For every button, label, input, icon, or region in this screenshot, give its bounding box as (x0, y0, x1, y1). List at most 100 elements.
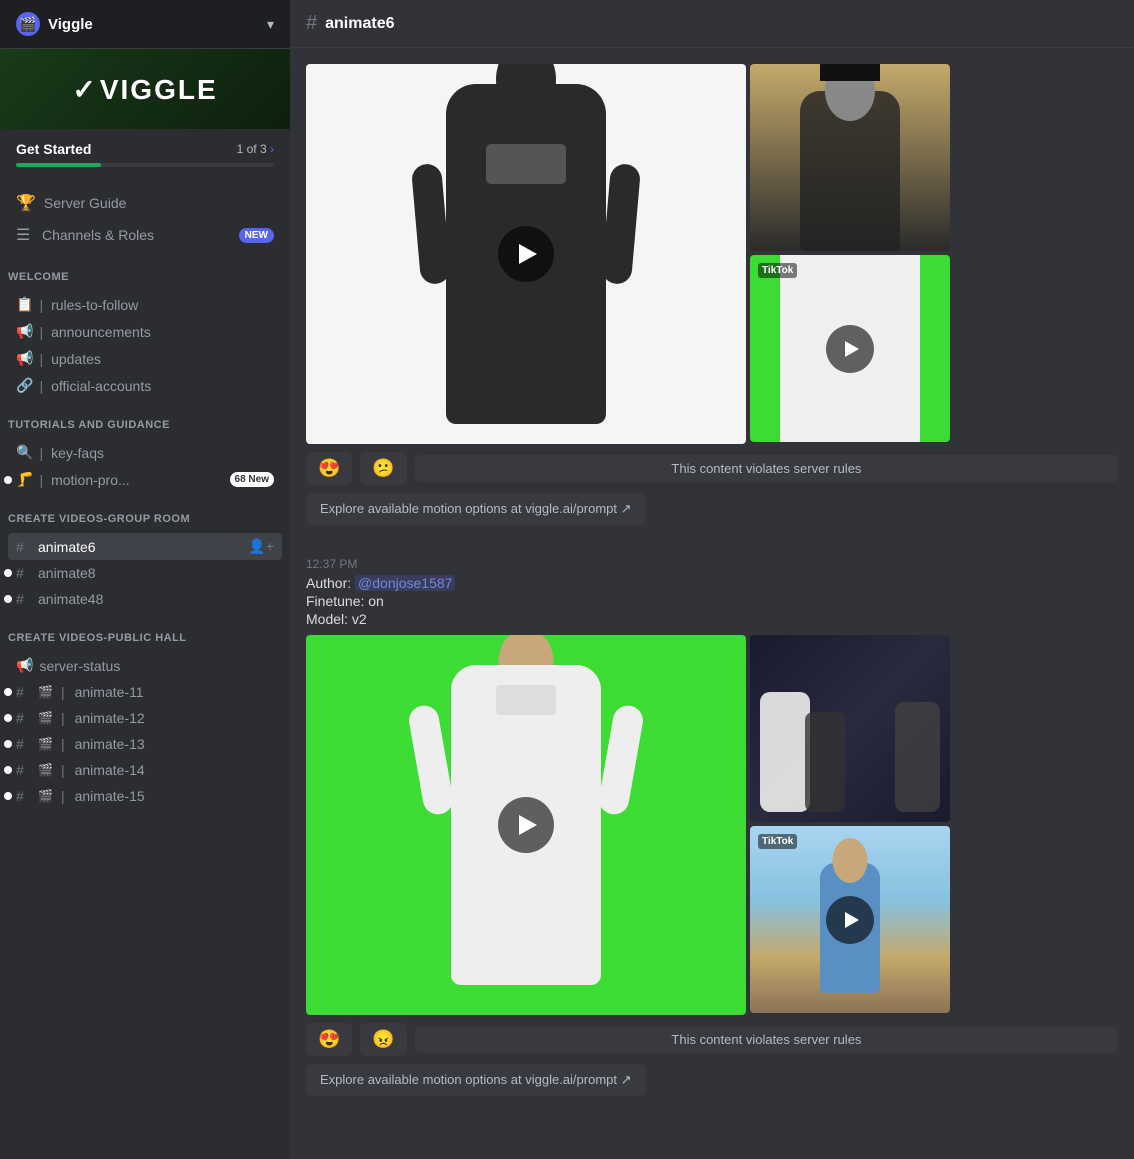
progress-bar-fill (16, 163, 101, 167)
message-time-2: 12:37 PM (306, 557, 1118, 571)
channel-name-animate48: animate48 (38, 591, 274, 607)
channel-name-animate-14: animate-14 (75, 762, 274, 778)
channel-item-animate-14[interactable]: # 🎬 | animate-14 (8, 757, 282, 783)
play-button-thumb-2-2[interactable] (826, 896, 874, 944)
play-button-thumb-2[interactable] (826, 325, 874, 373)
unread-dot-a14 (4, 766, 12, 774)
channel-name-official-accounts: official-accounts (51, 378, 274, 394)
thumb-2-1[interactable] (750, 635, 950, 822)
channel-name-server-status: server-status (39, 658, 274, 674)
emoji-btn-love-1[interactable]: 😍 (306, 452, 352, 485)
report-btn-1[interactable]: This content violates server rules (415, 455, 1118, 482)
animate11-sub-icon: 🎬 (38, 685, 53, 699)
action-row-1: 😍 😕 This content violates server rules (306, 452, 1118, 485)
channel-item-motion-pro[interactable]: 🦵 | motion-pro... 68 New (8, 466, 282, 493)
group-channels: # animate6 👤+ # animate8 # animate48 (0, 529, 290, 616)
channel-name-animate-13: animate-13 (75, 736, 274, 752)
main-video-2[interactable] (306, 635, 746, 1015)
main-video-1[interactable] (306, 64, 746, 444)
get-started-title: Get Started (16, 141, 91, 157)
get-started-header: Get Started 1 of 3 › (16, 141, 274, 157)
animate15-sub-icon: 🎬 (38, 789, 53, 803)
thumb-1-1[interactable] (750, 64, 950, 251)
channel-item-animate-12[interactable]: # 🎬 | animate-12 (8, 705, 282, 731)
message-finetune: Finetune: on (306, 593, 1118, 609)
server-icon: 🎬 (16, 12, 40, 36)
action-row-2: 😍 😠 This content violates server rules (306, 1023, 1118, 1056)
channel-name-motion-pro: motion-pro... (51, 472, 223, 488)
get-started-count: 1 of 3 › (237, 142, 274, 156)
add-user-icon[interactable]: 👤+ (248, 538, 274, 555)
author-mention-2[interactable]: @donjose1587 (355, 575, 455, 591)
key-faqs-icon: 🔍 (16, 444, 33, 461)
unread-dot-a13 (4, 740, 12, 748)
animate8-hash-icon: # (16, 565, 32, 581)
channel-name-animate-15: animate-15 (75, 788, 274, 804)
server-header[interactable]: 🎬 Viggle ▾ (0, 0, 290, 49)
play-triangle-sm-icon-2 (845, 912, 859, 928)
tan-thumb-img (750, 64, 950, 251)
emoji-btn-angry-2[interactable]: 😠 (360, 1023, 406, 1056)
welcome-channels: 📋 | rules-to-follow 📢 | announcements 📢 … (0, 287, 290, 403)
message-meta-2: 12:37 PM Author: @donjose1587 Finetune: … (306, 557, 1118, 627)
animate14-sub-icon: 🎬 (38, 763, 53, 777)
section-header-create-group: CREATE VIDEOS-GROUP ROOM (0, 497, 290, 529)
channel-item-official-accounts[interactable]: 🔗 | official-accounts (8, 372, 282, 399)
animate13-hash-icon: # (16, 736, 32, 752)
messages-area[interactable]: TikTok 😍 😕 This content violates server … (290, 48, 1134, 1159)
channel-item-key-faqs[interactable]: 🔍 | key-faqs (8, 439, 282, 466)
progress-bar-bg (16, 163, 274, 167)
media-grid-2: TikTok (306, 635, 1118, 1015)
channel-header-name: animate6 (325, 15, 394, 33)
channels-roles-label: Channels & Roles (42, 227, 154, 243)
sidebar-item-server-guide[interactable]: 🏆 Server Guide (8, 187, 282, 219)
emoji-btn-confused-1[interactable]: 😕 (360, 452, 406, 485)
channel-item-animate-11[interactable]: # 🎬 | animate-11 (8, 679, 282, 705)
channel-name-rules: rules-to-follow (51, 297, 274, 313)
play-button-2[interactable] (498, 797, 554, 853)
play-triangle-icon (519, 244, 537, 264)
sidebar-item-channels-roles[interactable]: ☰ Channels & Roles NEW (8, 219, 282, 251)
channel-item-rules[interactable]: 📋 | rules-to-follow (8, 291, 282, 318)
channel-item-animate48[interactable]: # animate48 (8, 586, 282, 612)
updates-icon: 📢 (16, 350, 33, 367)
report-btn-2[interactable]: This content violates server rules (415, 1026, 1118, 1053)
channel-item-animate-15[interactable]: # 🎬 | animate-15 (8, 783, 282, 809)
channel-item-updates[interactable]: 📢 | updates (8, 345, 282, 372)
server-header-left: 🎬 Viggle (16, 12, 93, 36)
channel-item-animate-13[interactable]: # 🎬 | animate-13 (8, 731, 282, 757)
rules-icon: 📋 (16, 296, 33, 313)
get-started-section: Get Started 1 of 3 › (0, 129, 290, 183)
channel-name-announcements: announcements (51, 324, 274, 340)
section-welcome: WELCOME 📋 | rules-to-follow 📢 | announce… (0, 255, 290, 403)
channel-item-animate8[interactable]: # animate8 (8, 560, 282, 586)
server-name: Viggle (48, 16, 93, 33)
channel-name-key-faqs: key-faqs (51, 445, 274, 461)
announcements-icon: 📢 (16, 323, 33, 340)
emoji-btn-love-2[interactable]: 😍 (306, 1023, 352, 1056)
motion-pro-icon: 🦵 (16, 471, 33, 488)
play-button-1[interactable] (498, 226, 554, 282)
animate14-hash-icon: # (16, 762, 32, 778)
explore-link-2[interactable]: Explore available motion options at vigg… (306, 1064, 646, 1096)
channel-item-announcements[interactable]: 📢 | announcements (8, 318, 282, 345)
channel-item-animate6[interactable]: # animate6 👤+ (8, 533, 282, 560)
media-side-1: TikTok (750, 64, 950, 444)
message-block-1: TikTok 😍 😕 This content violates server … (306, 64, 1118, 537)
channel-item-server-status[interactable]: 📢 server-status (8, 652, 282, 679)
channel-name-animate6: animate6 (38, 539, 242, 555)
section-create-group: CREATE VIDEOS-GROUP ROOM # animate6 👤+ #… (0, 497, 290, 616)
unread-dot-a12 (4, 714, 12, 722)
thumb-2-2[interactable]: TikTok (750, 826, 950, 1013)
section-header-tutorials: TUTORIALS AND GUIDANCE (0, 403, 290, 435)
unread-dot (4, 476, 12, 484)
channel-name-animate8: animate8 (38, 565, 274, 581)
channel-name-updates: updates (51, 351, 274, 367)
tiktok-overlay: TikTok (758, 263, 797, 278)
server-guide-label: Server Guide (44, 195, 126, 211)
section-header-welcome: WELCOME (0, 255, 290, 287)
media-side-2: TikTok (750, 635, 950, 1015)
tiktok-logo: TikTok (758, 263, 797, 278)
explore-link-1[interactable]: Explore available motion options at vigg… (306, 493, 646, 525)
thumb-1-2[interactable]: TikTok (750, 255, 950, 442)
